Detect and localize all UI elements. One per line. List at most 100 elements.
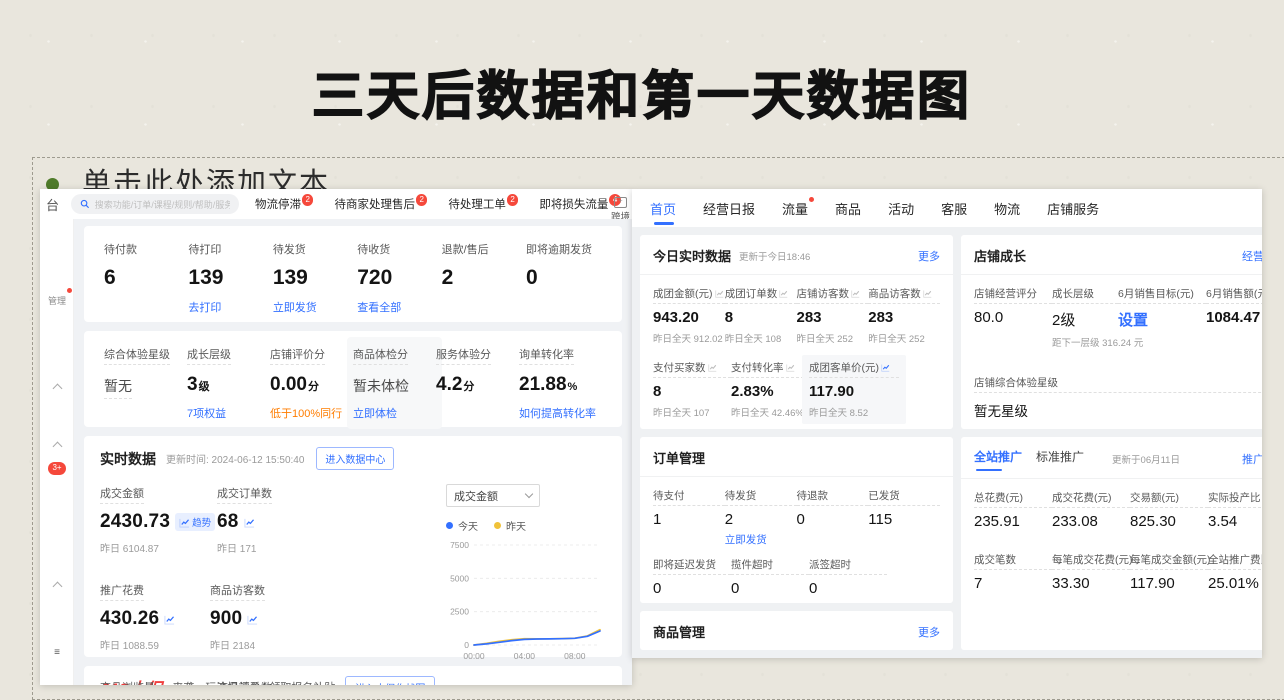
trend-icon[interactable] xyxy=(851,289,860,298)
left-sidebar: 管理 3+ ≡ xyxy=(40,219,74,685)
todo-summary-card: 待付款6 待打印139去打印 待发货139立即发货 待收货720查看全部 退款/… xyxy=(84,226,622,322)
health-value: 暂无 xyxy=(104,376,132,399)
metric: 成交笔数7 xyxy=(974,552,1052,592)
metric-highlighted: 成团客单价(元)117.90昨日全天 8.52 xyxy=(809,360,899,419)
search-icon xyxy=(80,199,90,209)
updated-time: 更新于06月11日 xyxy=(1112,452,1180,466)
left-main-content: 待付款6 待打印139去打印 待发货139立即发货 待收货720查看全部 退款/… xyxy=(74,219,632,685)
count-badge: 3+ xyxy=(48,462,65,475)
card-title: 实时数据 xyxy=(100,449,156,469)
inspect-now-link[interactable]: 立即体检 xyxy=(353,405,436,421)
nav-logistics-stalled[interactable]: 物流停滞2 xyxy=(255,196,313,212)
order-metrics-row2: 即将延迟发货0 揽件超时0 派签超时0 xyxy=(653,557,940,597)
tab-daily-report[interactable]: 经营日报 xyxy=(703,189,755,228)
trend-icon[interactable] xyxy=(715,289,724,298)
today-realtime-card: 今日实时数据 更新于今日18:46 更多 成团金额(元)943.20昨日全天 9… xyxy=(640,235,953,429)
tab-activities[interactable]: 活动 xyxy=(888,189,914,228)
left-topbar-nav: 物流停滞2 待商家处理售后2 待处理工单2 即将损失流量4 未读站内信68 xyxy=(255,196,632,212)
metric: 成交花费(元)233.08 xyxy=(1052,490,1130,530)
metric: 6月销售额(元)1084.47 xyxy=(1206,286,1262,349)
nav-pending-tickets[interactable]: 待处理工单2 xyxy=(448,196,518,212)
gmv-line-chart: 025005000750000:0004:0008:00 xyxy=(446,533,606,665)
trend-icon[interactable] xyxy=(881,363,890,372)
improve-conversion-link[interactable]: 如何提高转化率 xyxy=(519,405,602,421)
metric: 成团金额(元)943.20昨日全天 912.02 xyxy=(653,286,725,345)
metric: 成团订单数8昨日全天 108 xyxy=(725,286,797,345)
ship-now-link[interactable]: 立即发货 xyxy=(725,532,797,547)
data-center-button[interactable]: 进入数据中心 xyxy=(316,447,394,470)
legend-dot xyxy=(494,522,501,529)
left-dashboard-window: 台 搜索功能/订单/课程/规则/帮助/服务 物流停滞2 待商家处理售后2 待处理… xyxy=(40,189,632,685)
metric: 派签超时0 xyxy=(809,557,887,597)
chart-metric-select[interactable]: 成交金额 xyxy=(446,484,540,507)
nav-traffic-loss[interactable]: 即将损失流量4 xyxy=(539,196,620,212)
todo-value: 720 xyxy=(357,266,441,290)
tab-traffic[interactable]: 流量 xyxy=(782,189,808,228)
trend-icon[interactable] xyxy=(164,614,175,625)
svg-text:00:00: 00:00 xyxy=(463,651,485,661)
metric: 店铺经营评分80.0 xyxy=(974,286,1052,349)
nav-pending-aftersale[interactable]: 待商家处理售后2 xyxy=(334,196,427,212)
tab-service[interactable]: 客服 xyxy=(941,189,967,228)
metric-product-visitors: 商品访客数 900 昨日 2184 xyxy=(210,581,327,652)
sidebar-collapse-2[interactable] xyxy=(40,437,74,455)
promo-overview-link[interactable]: 推广概况 xyxy=(1242,451,1262,467)
slide-canvas: 三天后数据和第一天数据图 单击此处添加文本 台 搜索功能/订单/课程/规则/帮助… xyxy=(0,0,1284,694)
metric: 待支付1 xyxy=(653,488,725,547)
trend-icon[interactable] xyxy=(786,363,795,372)
legend-yesterday[interactable]: 昨天 xyxy=(494,518,526,533)
notification-dot xyxy=(809,197,814,202)
crossborder-icon: + xyxy=(614,197,627,208)
guidance-link[interactable]: 经营指导 xyxy=(1242,248,1262,264)
metric: 店铺访客数283昨日全天 252 xyxy=(797,286,869,345)
shop-growth-card: 店铺成长 经营指导 店铺经营评分80.0 成长层级2级距下一层级 316.24 … xyxy=(961,235,1262,429)
left-topbar: 台 搜索功能/订单/课程/规则/帮助/服务 物流停滞2 待商家处理售后2 待处理… xyxy=(40,189,632,219)
tab-home[interactable]: 首页 xyxy=(650,189,676,228)
health-item: 成长层级3级7项权益 xyxy=(187,345,270,415)
metric: 待退款0 xyxy=(797,488,869,547)
trend-icon[interactable] xyxy=(247,614,258,625)
metric: 交易额(元)825.30 xyxy=(1130,490,1208,530)
trend-icon[interactable] xyxy=(244,517,255,528)
tab-sitewide-promo[interactable]: 全站推广 xyxy=(974,448,1022,469)
tab-shop-services[interactable]: 店铺服务 xyxy=(1047,189,1099,228)
tab-products[interactable]: 商品 xyxy=(835,189,861,228)
svg-text:7500: 7500 xyxy=(450,540,469,550)
search-input[interactable]: 搜索功能/订单/课程/规则/帮助/服务 xyxy=(71,194,239,214)
health-item: 商品体检分暂未体检立即体检 xyxy=(353,345,436,415)
set-target-link[interactable]: 设置 xyxy=(1118,309,1206,330)
todo-value: 139 xyxy=(273,266,357,290)
sidebar-item-manage[interactable]: 管理 xyxy=(40,291,74,309)
trend-badge[interactable]: 趋势 xyxy=(175,513,215,531)
tab-logistics[interactable]: 物流 xyxy=(994,189,1020,228)
star-rating-block: 店铺综合体验星级 暂无星级 xyxy=(974,375,1262,420)
svg-text:04:00: 04:00 xyxy=(514,651,536,661)
promotion-metrics-row2: 成交笔数7 每笔成交花费(元)33.30 每笔成交金额(元)117.90 全站推… xyxy=(974,552,1262,592)
go-print-link[interactable]: 去打印 xyxy=(188,299,272,315)
todo-item: 退款/售后2 xyxy=(442,240,526,310)
legend-today[interactable]: 今天 xyxy=(446,518,478,533)
tab-standard-promo[interactable]: 标准推广 xyxy=(1036,448,1084,469)
todo-item: 待收货720查看全部 xyxy=(357,240,441,310)
metric: 全站推广费比25.01% xyxy=(1208,552,1262,592)
trend-icon[interactable] xyxy=(779,289,788,298)
ship-now-link[interactable]: 立即发货 xyxy=(273,299,357,315)
trend-icon[interactable] xyxy=(708,363,717,372)
health-item: 店铺评价分0.00分低于100%同行 xyxy=(270,345,353,415)
promotion-card: 全站推广 标准推广 更新于06月11日 推广概况 总花费(元)235.91 成交… xyxy=(961,437,1262,650)
sidebar-collapse-3[interactable] xyxy=(40,577,74,595)
trend-icon[interactable] xyxy=(923,289,932,298)
realtime-chart-panel: 成交金额 今天 昨天 025005000750000:0004:0008:00 xyxy=(440,484,606,685)
rights-link[interactable]: 7项权益 xyxy=(187,405,270,421)
sidebar-badge[interactable]: 3+ xyxy=(40,457,74,475)
updated-time: 更新时间: 2024-06-12 15:50:40 xyxy=(166,451,304,466)
more-link[interactable]: 更多 xyxy=(918,248,940,264)
more-link[interactable]: 更多 xyxy=(918,624,940,640)
view-all-link[interactable]: 查看全部 xyxy=(357,299,441,315)
search-placeholder: 搜索功能/订单/课程/规则/帮助/服务 xyxy=(95,198,230,211)
metric: 成长层级2级距下一层级 316.24 元 xyxy=(1052,286,1118,349)
sidebar-collapse-1[interactable] xyxy=(40,379,74,397)
today-metrics-row2: 支付买家数8昨日全天 107 支付转化率2.83%昨日全天 42.46% 成团客… xyxy=(653,360,940,419)
sidebar-menu-icon[interactable]: ≡ xyxy=(40,647,74,658)
app-logo: 台 xyxy=(46,195,59,214)
